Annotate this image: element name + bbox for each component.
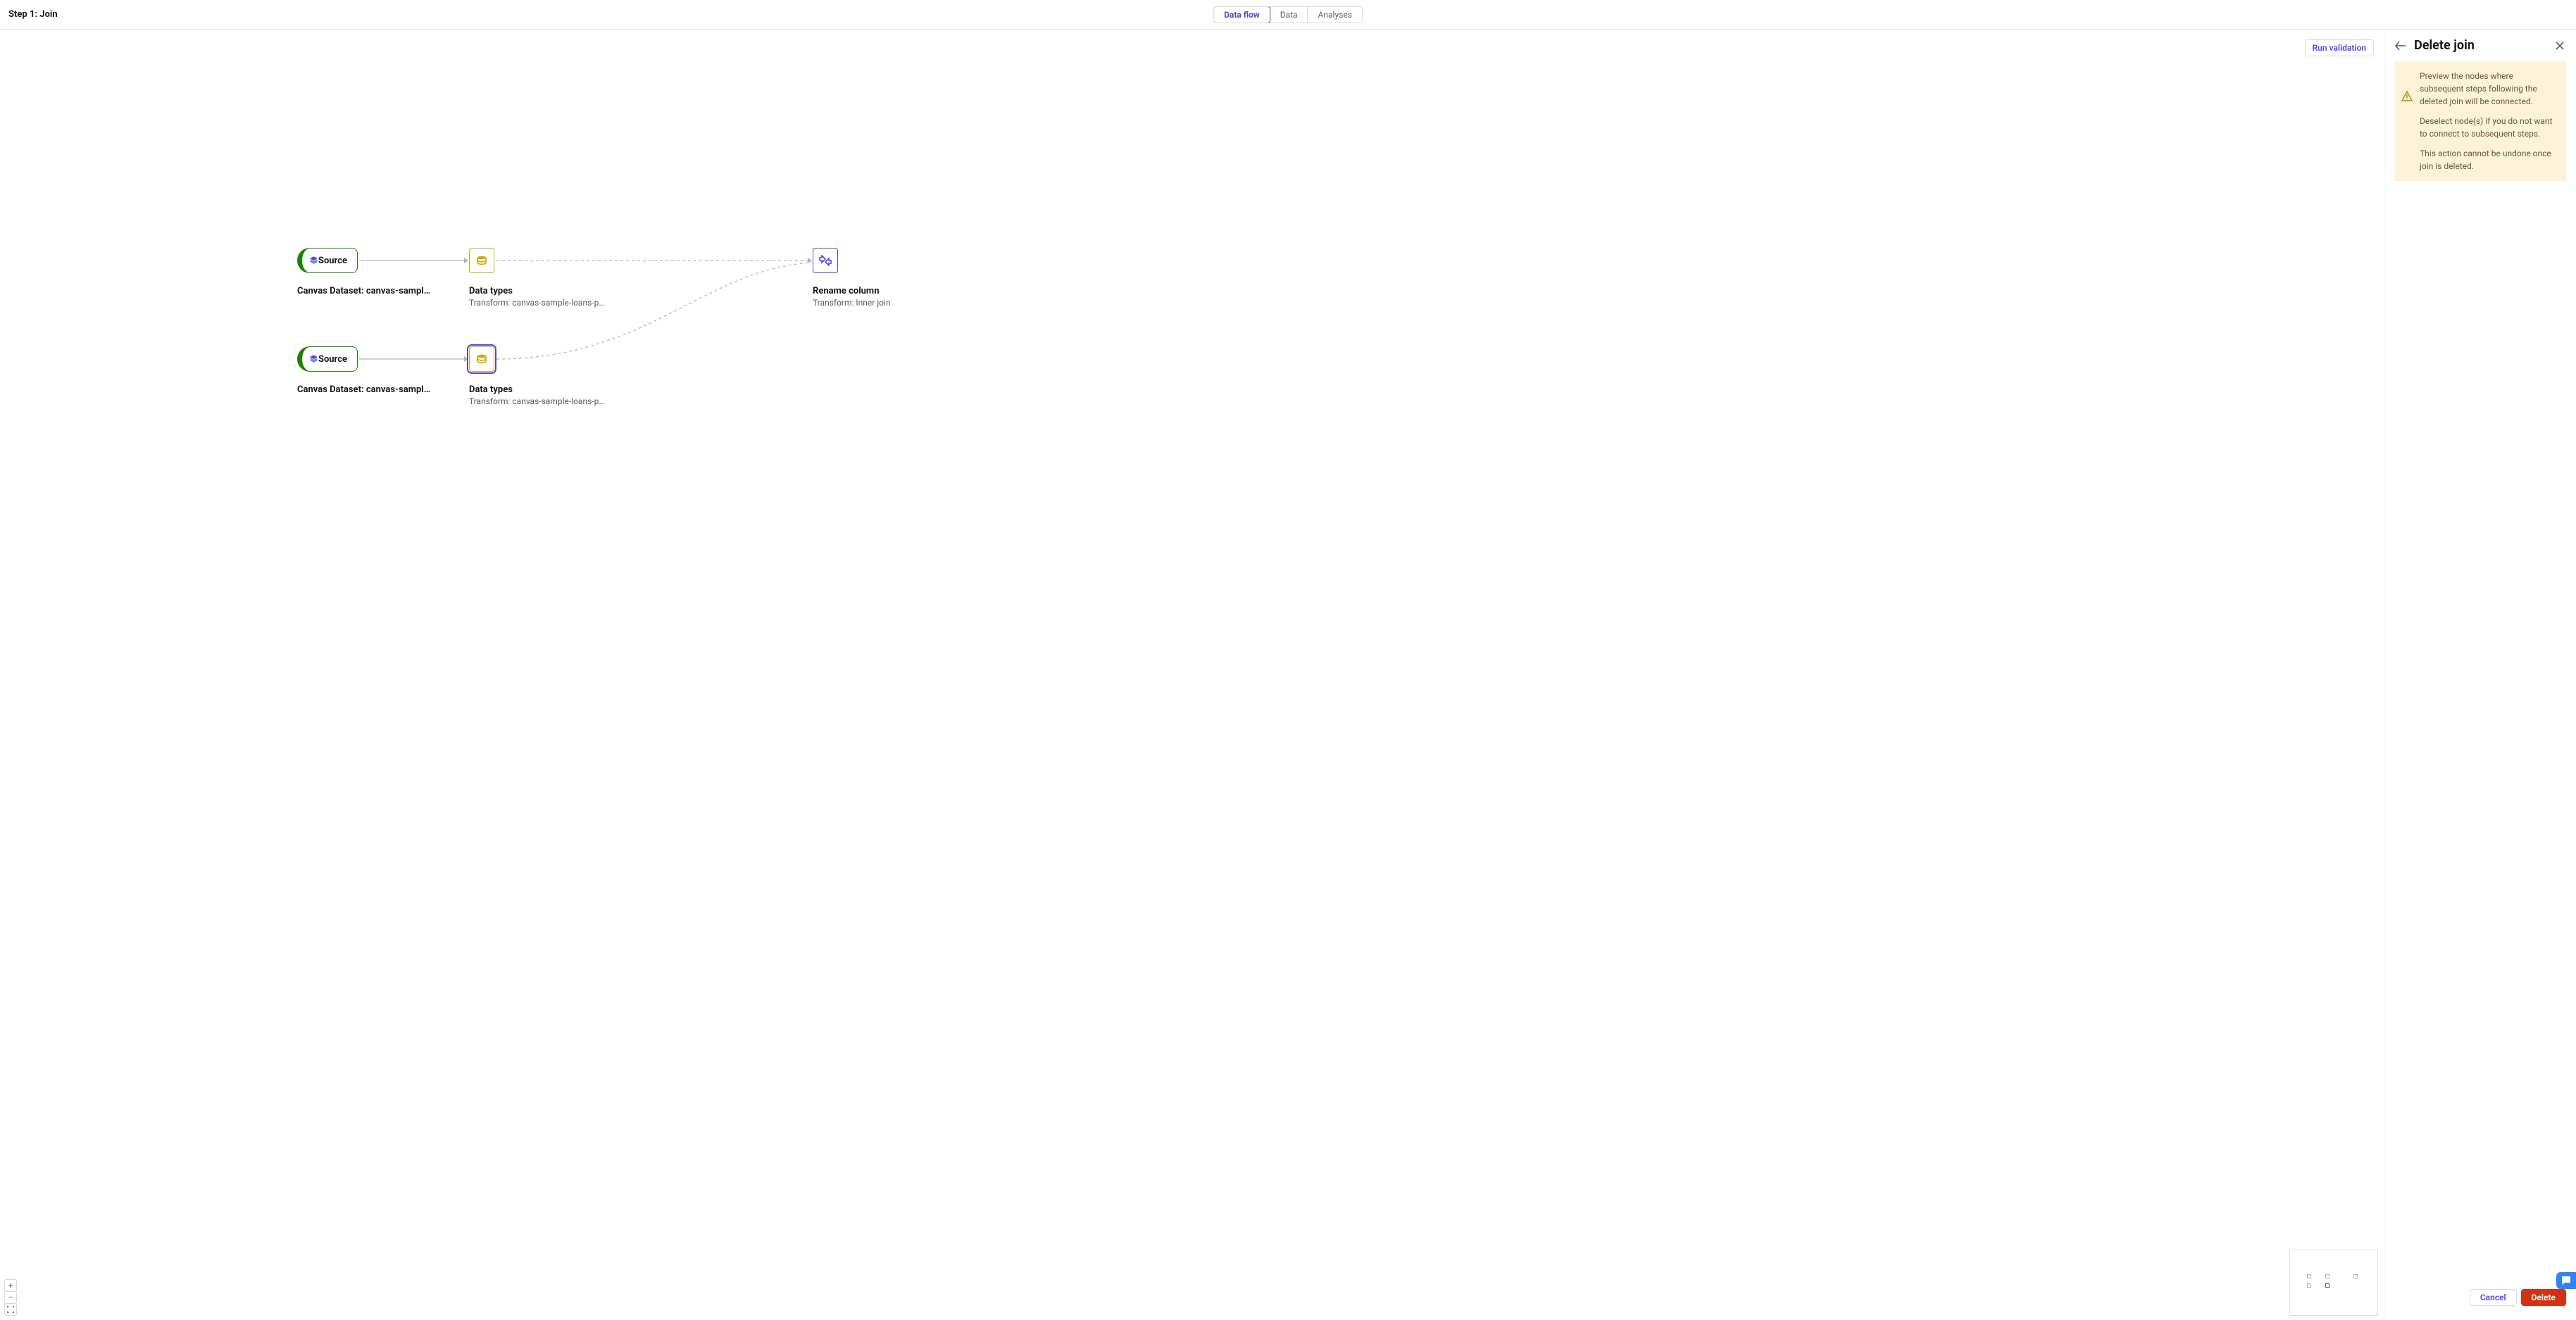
tab-analyses[interactable]: Analyses (1308, 7, 1362, 23)
database-icon (475, 353, 488, 365)
chat-icon (2561, 1276, 2571, 1286)
node-label: Source (318, 354, 347, 365)
back-button[interactable] (2394, 39, 2407, 52)
node-datatypes-2[interactable]: Data types Transform: canvas-sample-loan… (469, 346, 610, 406)
run-validation-button[interactable]: Run validation (2305, 39, 2374, 56)
node-title: Data types (469, 384, 606, 395)
side-panel: Delete join Preview the nodes where subs… (2384, 30, 2576, 1320)
node-sub: Transform: Inner join (813, 298, 950, 308)
cube-icon (309, 353, 318, 365)
zoom-out-button[interactable]: − (4, 1291, 17, 1304)
database-icon (475, 254, 488, 267)
chat-fab[interactable] (2556, 1272, 2576, 1289)
fullscreen-icon (7, 1306, 14, 1313)
node-title: Canvas Dataset: canvas-sample-… (297, 384, 434, 395)
tab-data-flow[interactable]: Data flow (1213, 6, 1270, 23)
arrow-left-icon (2395, 41, 2406, 51)
delete-button[interactable]: Delete (2521, 1289, 2566, 1306)
node-datatypes-1[interactable]: Data types Transform: canvas-sample-loan… (469, 248, 610, 308)
panel-title: Delete join (2414, 38, 2546, 53)
transform-icon (818, 255, 832, 266)
close-icon (2556, 42, 2564, 50)
node-title: Canvas Dataset: canvas-sample-… (297, 286, 434, 296)
node-sub: Transform: canvas-sample-loans-part-… (469, 396, 606, 406)
warning-icon (2401, 91, 2413, 106)
zoom-controls: + − (4, 1280, 17, 1316)
warning-line-1: Preview the nodes where subsequent steps… (2420, 70, 2558, 108)
top-bar: Step 1: Join Data flow Data Analyses (0, 0, 2576, 30)
minimap[interactable] (2289, 1250, 2378, 1316)
node-rename-column[interactable]: Rename column Transform: Inner join (813, 248, 954, 308)
warning-box: Preview the nodes where subsequent steps… (2394, 61, 2566, 181)
close-button[interactable] (2553, 39, 2566, 52)
node-source-1[interactable]: Source Canvas Dataset: canvas-sample-… (297, 248, 438, 296)
fullscreen-button[interactable] (4, 1303, 17, 1316)
node-title: Data types (469, 286, 606, 296)
node-label: Source (318, 256, 347, 266)
flow-canvas[interactable]: Run validation Source Canvas Dataset: ca… (0, 30, 2384, 1320)
flow-edges (0, 30, 887, 579)
warning-line-3: This action cannot be undone once join i… (2420, 147, 2558, 172)
page-title: Step 1: Join (8, 9, 58, 20)
cube-icon (309, 255, 318, 266)
cancel-button[interactable]: Cancel (2470, 1289, 2517, 1306)
node-sub: Transform: canvas-sample-loans-part-… (469, 298, 606, 308)
node-source-2[interactable]: Source Canvas Dataset: canvas-sample-… (297, 346, 438, 395)
view-tabs: Data flow Data Analyses (1213, 6, 1363, 23)
tab-data[interactable]: Data (1270, 7, 1308, 23)
zoom-in-button[interactable]: + (4, 1279, 17, 1292)
warning-line-2: Deselect node(s) if you do not want to c… (2420, 115, 2558, 140)
node-title: Rename column (813, 286, 950, 296)
